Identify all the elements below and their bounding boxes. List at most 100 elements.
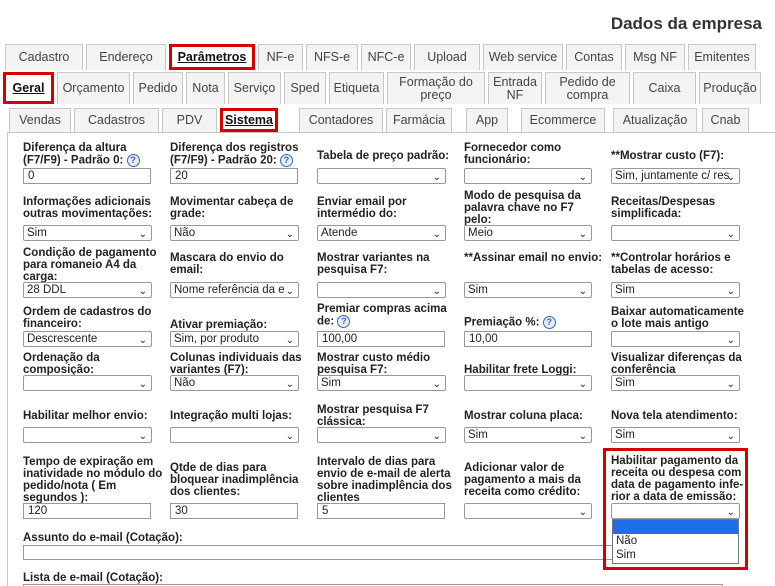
field-label: **Controlar horários e tabelas de acesso…: [611, 252, 731, 276]
tab-pedido[interactable]: Pedido: [133, 72, 183, 104]
tab-nfe[interactable]: NF-e: [258, 44, 303, 70]
tempo-expiracao-input[interactable]: 120: [23, 503, 151, 519]
tab-msg-nf[interactable]: Msg NF: [625, 44, 685, 70]
tab-emitentes[interactable]: Emitentes: [688, 44, 756, 70]
tab-servico[interactable]: Serviço: [228, 72, 281, 104]
ativar-premiacao-select[interactable]: Sim, por produto ⌄: [170, 331, 299, 347]
tab-label: Contas: [574, 50, 614, 64]
page-title: Dados da empresa: [610, 14, 762, 33]
tab-contadores[interactable]: Contadores: [299, 108, 383, 132]
tab-ecommerce[interactable]: Ecommerce: [521, 108, 605, 132]
nova-tela-select[interactable]: Sim ⌄: [611, 427, 740, 443]
coluna-placa-select[interactable]: Sim ⌄: [464, 427, 592, 443]
adicionar-valor-select[interactable]: ⌄: [464, 503, 592, 519]
tab-label: NF-e: [266, 50, 295, 64]
premiar-compras-input[interactable]: 100,00: [317, 331, 445, 347]
chevron-down-icon: ⌄: [285, 335, 294, 346]
modo-pesquisa-select[interactable]: Meio ⌄: [464, 225, 592, 241]
field-assunto-email: Assunto do e-mail (Cotação):: [23, 532, 323, 544]
field-label: Visualizar diferenças da conferência: [611, 352, 742, 376]
condicao-pagamento-select[interactable]: 28 DDL ⌄: [23, 282, 152, 298]
help-icon[interactable]: ?: [279, 154, 293, 167]
tab-pedido-compra[interactable]: Pedido de compra: [545, 72, 630, 104]
tab-label: Serviço: [233, 81, 276, 95]
field-condicao-pagamento: Condição de pagamento para romaneio A4 d…: [23, 247, 163, 283]
tab-contas[interactable]: Contas: [566, 44, 622, 70]
tab-upload[interactable]: Upload: [414, 44, 480, 70]
tab-cadastro[interactable]: Cadastro: [5, 44, 83, 70]
field-diferenca-registros: Diferença dos registros (F7/F9) - Padrão…: [170, 142, 310, 167]
help-icon[interactable]: ?: [337, 315, 351, 328]
fornecedor-select[interactable]: ⌄: [464, 168, 592, 184]
field-label: Nova tela atendimento:: [611, 410, 738, 422]
tab-label: NFC-e: [367, 50, 405, 64]
tab-producao[interactable]: Produção: [699, 72, 761, 104]
tab-label: Endereço: [99, 50, 153, 64]
tab-geral[interactable]: Geral: [3, 72, 54, 104]
tabs-parametros: Geral Orçamento Pedido Nota Serviço Sped…: [0, 72, 775, 104]
tab-vendas[interactable]: Vendas: [9, 108, 71, 132]
colunas-variantes-select[interactable]: Não ⌄: [170, 375, 299, 391]
tab-formacao-preco[interactable]: Formação do preço: [387, 72, 485, 104]
tab-pdv[interactable]: PDV: [162, 108, 217, 132]
ordenacao-composicao-select[interactable]: ⌄: [23, 375, 152, 391]
diferenca-altura-input[interactable]: 0: [23, 168, 151, 184]
info-adicionais-select[interactable]: Sim ⌄: [23, 225, 152, 241]
ordem-cadastros-select[interactable]: Descrescente ⌄: [23, 331, 152, 347]
chevron-down-icon: ⌄: [285, 431, 294, 442]
tab-orcamento[interactable]: Orçamento: [57, 72, 130, 104]
tab-nfse[interactable]: NFS-e: [306, 44, 358, 70]
field-label: Ordenação da composição:: [23, 352, 100, 376]
premiacao-percent-input[interactable]: 10,00: [464, 331, 592, 347]
tab-sped[interactable]: Sped: [284, 72, 326, 104]
tab-web-service[interactable]: Web service: [483, 44, 563, 70]
tab-etiqueta[interactable]: Etiqueta: [329, 72, 384, 104]
tab-label: Orçamento: [62, 81, 125, 95]
field-label: Integração multi lojas:: [170, 410, 293, 422]
field-movimentar-grade: Movimentar cabeça de grade:: [170, 196, 310, 220]
qtde-dias-input[interactable]: 30: [170, 503, 298, 519]
field-label: Baixar automaticamente o lote mais antig…: [611, 306, 744, 330]
mascara-email-select[interactable]: Nome referência da e ⌄: [170, 282, 299, 298]
field-baixar-lote: Baixar automaticamente o lote mais antig…: [611, 306, 751, 330]
tab-caixa[interactable]: Caixa: [633, 72, 696, 104]
tab-farmacia[interactable]: Farmácia: [386, 108, 452, 132]
diferenca-registros-input[interactable]: 20: [170, 168, 298, 184]
tab-app[interactable]: App: [466, 108, 508, 132]
tab-sistema[interactable]: Sistema: [220, 108, 278, 132]
visualizar-diferencas-select[interactable]: Sim ⌄: [611, 375, 740, 391]
movimentar-grade-select[interactable]: Não ⌄: [170, 225, 299, 241]
tab-cadastros[interactable]: Cadastros: [74, 108, 159, 132]
enviar-email-select[interactable]: Atende ⌄: [317, 225, 446, 241]
assinar-email-select[interactable]: Sim ⌄: [464, 282, 592, 298]
tab-cnab[interactable]: Cnab: [702, 108, 749, 132]
mostrar-variantes-select[interactable]: ⌄: [317, 282, 446, 298]
tab-label: Geral: [12, 81, 45, 95]
tab-parametros[interactable]: Parâmetros: [169, 44, 255, 70]
field-label: Qtde de dias para bloquear inadimplência…: [170, 462, 299, 498]
help-icon[interactable]: ?: [126, 154, 140, 167]
help-icon[interactable]: ?: [542, 316, 556, 329]
pesquisa-classica-select[interactable]: ⌄: [317, 427, 446, 443]
melhor-envio-select[interactable]: ⌄: [23, 427, 152, 443]
mostrar-custo-medio-select[interactable]: Sim ⌄: [317, 375, 446, 391]
tab-endereco[interactable]: Endereço: [86, 44, 166, 70]
tab-entrada-nf[interactable]: Entrada NF: [488, 72, 542, 104]
tabela-preco-select[interactable]: ⌄: [317, 168, 446, 184]
field-label: Ativar premiação:: [170, 319, 268, 331]
field-tabela-preco: Tabela de preço padrão:: [317, 150, 457, 162]
controlar-horarios-select[interactable]: Sim ⌄: [611, 282, 740, 298]
tab-nota[interactable]: Nota: [186, 72, 225, 104]
mostrar-custo-select[interactable]: Sim, juntamente c/ res ⌄: [611, 168, 740, 184]
field-label: Diferença da altura (F7/F9) - Padrão 0:: [23, 142, 127, 167]
frete-loggi-select[interactable]: ⌄: [464, 375, 592, 391]
tab-atualizacao[interactable]: Atualização: [613, 108, 697, 132]
intervalo-dias-input[interactable]: 5: [317, 503, 445, 519]
field-label: Informações adicionais outras movimentaç…: [23, 196, 153, 220]
assunto-email-input[interactable]: [23, 545, 613, 560]
tab-nfce[interactable]: NFC-e: [361, 44, 411, 70]
multi-lojas-select[interactable]: ⌄: [170, 427, 299, 443]
baixar-lote-select[interactable]: ⌄: [611, 331, 740, 347]
tab-label: Pedido de compra: [559, 74, 616, 102]
receitas-despesas-select[interactable]: ⌄: [611, 225, 740, 241]
